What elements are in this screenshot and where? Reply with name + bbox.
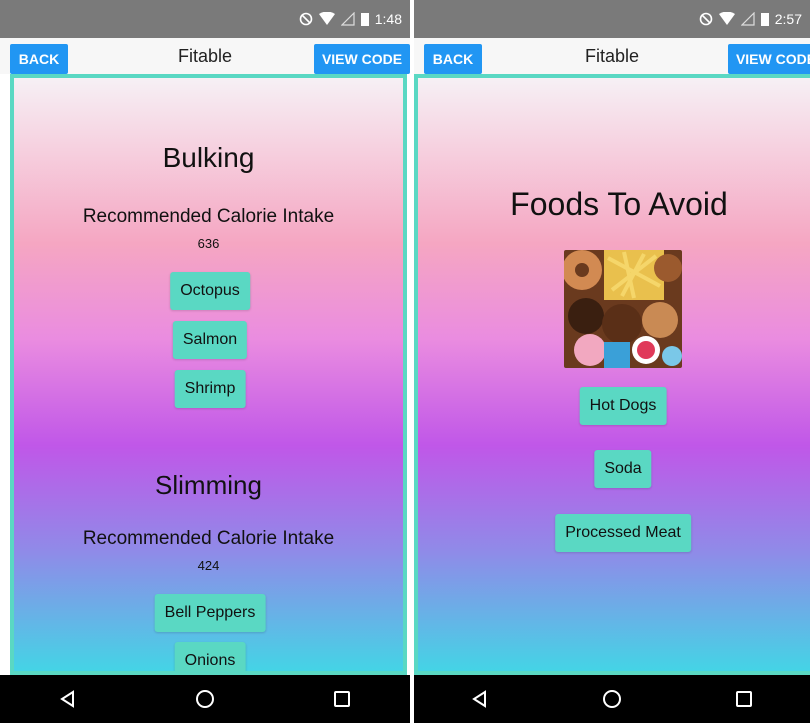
phone-screen-right: 2:57 BACK Fitable VIEW CODE Foods To Avo… xyxy=(414,0,810,723)
nav-home-icon[interactable] xyxy=(592,679,632,719)
status-time: 1:48 xyxy=(374,11,402,27)
battery-icon xyxy=(360,12,369,26)
system-nav-bar xyxy=(0,675,410,723)
slimming-calorie-value: 424 xyxy=(197,558,220,573)
do-not-disturb-icon xyxy=(299,12,313,26)
view-code-button[interactable]: VIEW CODE xyxy=(314,44,410,74)
food-button-hot-dogs[interactable]: Hot Dogs xyxy=(579,387,667,425)
signal-icon xyxy=(740,12,755,26)
nav-recents-icon[interactable] xyxy=(322,679,362,719)
scroll-content[interactable]: Bulking Recommended Calorie Intake 636 O… xyxy=(10,74,407,675)
slimming-title: Slimming xyxy=(155,470,262,500)
slimming-calorie-label: Recommended Calorie Intake xyxy=(82,528,335,549)
bulking-calorie-value: 636 xyxy=(197,236,220,251)
wifi-icon xyxy=(318,12,335,26)
app-bar: BACK Fitable VIEW CODE xyxy=(414,38,810,74)
wifi-icon xyxy=(718,12,735,26)
do-not-disturb-icon xyxy=(699,12,713,26)
phone-screen-left: 1:48 BACK Fitable VIEW CODE Bulking Reco… xyxy=(0,0,410,723)
nav-back-icon[interactable] xyxy=(460,679,500,719)
nav-back-icon[interactable] xyxy=(48,679,88,719)
status-bar: 1:48 xyxy=(0,0,410,38)
food-button-octopus[interactable]: Octopus xyxy=(170,272,250,310)
view-code-button[interactable]: VIEW CODE xyxy=(728,44,810,74)
food-button-salmon[interactable]: Salmon xyxy=(172,321,248,359)
signal-icon xyxy=(340,12,355,26)
bulking-calorie-label: Recommended Calorie Intake xyxy=(82,206,335,227)
status-bar: 2:57 xyxy=(414,0,810,38)
food-button-soda[interactable]: Soda xyxy=(594,450,652,488)
food-button-processed-meat[interactable]: Processed Meat xyxy=(555,514,691,552)
status-time: 2:57 xyxy=(774,11,802,27)
nav-home-icon[interactable] xyxy=(185,679,225,719)
app-bar: BACK Fitable VIEW CODE xyxy=(0,38,410,74)
system-nav-bar xyxy=(414,675,810,723)
junk-food-image xyxy=(564,250,682,368)
food-button-shrimp[interactable]: Shrimp xyxy=(174,370,246,408)
foods-to-avoid-title: Foods To Avoid xyxy=(510,186,728,222)
battery-icon xyxy=(760,12,769,26)
bulking-title: Bulking xyxy=(162,142,255,173)
food-button-onions[interactable]: Onions xyxy=(174,642,246,671)
nav-recents-icon[interactable] xyxy=(724,679,764,719)
content-area: Foods To Avoid Hot Dogs Soda Processed M… xyxy=(414,74,810,675)
food-button-bell-peppers[interactable]: Bell Peppers xyxy=(154,594,266,632)
